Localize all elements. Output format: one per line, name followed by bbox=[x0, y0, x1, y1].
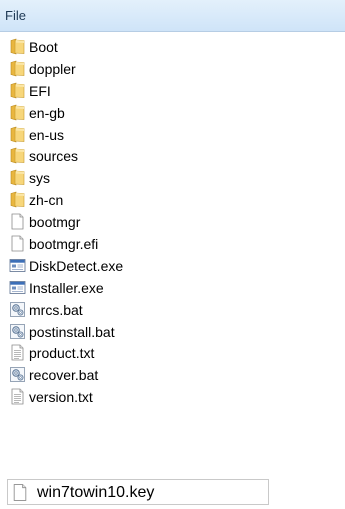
column-header-file[interactable]: File bbox=[0, 0, 345, 32]
file-name: postinstall.bat bbox=[29, 323, 115, 340]
folder-icon bbox=[9, 38, 26, 55]
file-name: Boot bbox=[29, 39, 58, 55]
file-item[interactable]: en-gb bbox=[0, 102, 345, 124]
folder-icon bbox=[9, 147, 26, 164]
file-name: DiskDetect.exe bbox=[29, 257, 124, 274]
blank-file-icon bbox=[9, 235, 26, 252]
file-list: Boot doppler EFI en-gb en-us sources sys zh-cn b… bbox=[0, 36, 345, 408]
application-icon bbox=[9, 257, 26, 274]
file-name: sys bbox=[29, 170, 50, 187]
file-name: version.txt bbox=[29, 389, 93, 406]
file-item[interactable]: bootmgr.efi bbox=[0, 233, 345, 255]
file-name: zh-cn bbox=[29, 192, 64, 209]
file-item[interactable]: product.txt bbox=[0, 342, 345, 364]
file-item[interactable]: Installer.exe bbox=[0, 277, 345, 299]
file-item[interactable]: sources bbox=[0, 145, 345, 167]
folder-icon bbox=[9, 191, 26, 208]
blank-file-icon bbox=[9, 213, 26, 230]
file-name: Installer.exe bbox=[29, 279, 104, 296]
file-item[interactable]: EFI bbox=[0, 80, 345, 102]
file-item[interactable]: zh-cn bbox=[0, 189, 345, 211]
file-item[interactable]: postinstall.bat bbox=[0, 321, 345, 343]
file-name: product.txt bbox=[29, 345, 95, 362]
folder-icon bbox=[9, 60, 26, 77]
folder-icon bbox=[9, 104, 26, 121]
file-item[interactable]: bootmgr bbox=[0, 211, 345, 233]
file-name: bootmgr bbox=[29, 214, 81, 231]
file-item[interactable]: Boot bbox=[0, 36, 345, 58]
file-name: en-us bbox=[29, 126, 65, 143]
file-name: bootmgr.efi bbox=[29, 236, 99, 253]
file-name: mrcs.bat bbox=[29, 301, 83, 318]
file-name: doppler bbox=[29, 60, 76, 77]
file-name: sources bbox=[29, 148, 79, 165]
application-icon bbox=[9, 279, 26, 296]
file-item[interactable]: DiskDetect.exe bbox=[0, 255, 345, 277]
file-item[interactable]: doppler bbox=[0, 58, 345, 80]
column-header-label: File bbox=[5, 8, 26, 23]
blank-file-icon bbox=[11, 483, 29, 502]
file-item[interactable]: recover.bat bbox=[0, 364, 345, 386]
file-name: EFI bbox=[29, 82, 51, 99]
text-file-icon bbox=[9, 344, 26, 361]
rename-input[interactable]: win7towin10.key bbox=[37, 483, 154, 502]
file-item[interactable]: version.txt bbox=[0, 386, 345, 408]
file-item[interactable]: mrcs.bat bbox=[0, 299, 345, 321]
file-name: en-gb bbox=[29, 104, 65, 121]
batch-file-icon bbox=[9, 366, 26, 383]
folder-icon bbox=[9, 126, 26, 143]
folder-icon bbox=[9, 169, 26, 186]
file-item[interactable]: en-us bbox=[0, 124, 345, 146]
folder-icon bbox=[9, 82, 26, 99]
text-file-icon bbox=[9, 388, 26, 405]
batch-file-icon bbox=[9, 301, 26, 318]
batch-file-icon bbox=[9, 323, 26, 340]
file-item[interactable]: sys bbox=[0, 167, 345, 189]
rename-item[interactable]: win7towin10.key bbox=[7, 479, 269, 505]
file-name: recover.bat bbox=[29, 367, 99, 384]
